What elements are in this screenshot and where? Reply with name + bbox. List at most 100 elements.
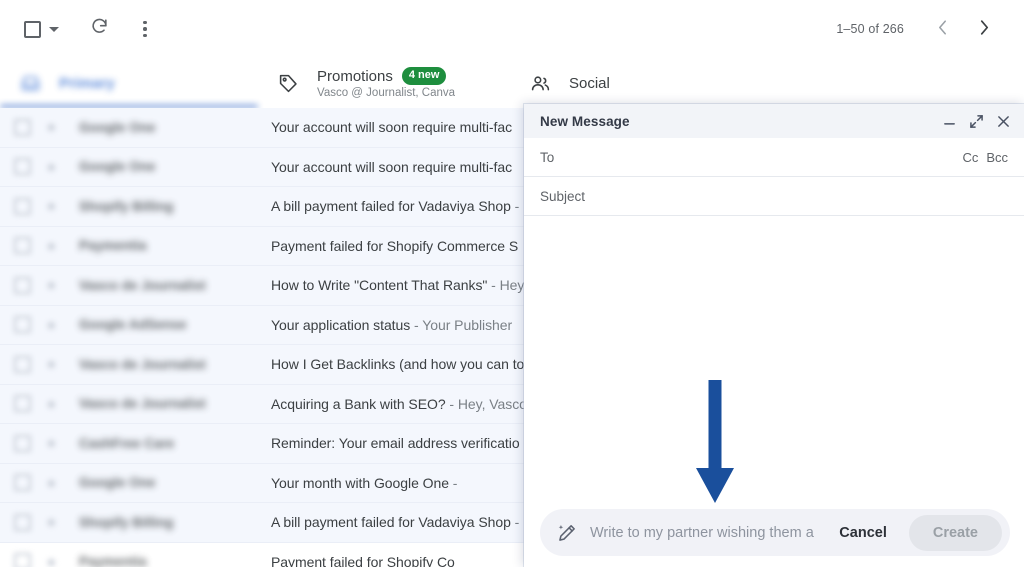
star-icon[interactable]: ★ [45, 239, 61, 253]
compose-to-row[interactable]: To Cc Bcc [524, 138, 1024, 177]
email-subject-text: How to Write "Content That Ranks" [271, 277, 488, 294]
mail-toolbar: 1–50 of 266 [0, 0, 1024, 58]
email-subject-text: Your account will soon require multi-fac [271, 119, 513, 136]
previous-page-button[interactable] [924, 11, 960, 47]
help-me-write-input[interactable] [590, 524, 818, 541]
email-sender: Paymentia [79, 554, 147, 567]
star-icon[interactable]: ★ [45, 120, 61, 134]
tab-social-text: Social [569, 75, 610, 92]
email-subject-text: A bill payment failed for Vadaviya Shop [271, 198, 511, 215]
email-row-checkbox[interactable] [14, 553, 31, 567]
chevron-down-icon[interactable] [49, 26, 59, 32]
email-snippet: - [448, 474, 458, 491]
email-subject-text: Your application status [271, 316, 411, 333]
magic-pen-icon [556, 522, 578, 544]
email-subject-text: Your account will soon require multi-fac [271, 158, 513, 175]
tab-primary-text: Primary [59, 75, 115, 92]
expand-icon[interactable] [970, 114, 983, 128]
email-subject-text: Payment failed for Shopify Co [271, 553, 455, 567]
refresh-icon [90, 17, 109, 41]
email-sender: Google One [79, 475, 156, 491]
star-icon[interactable]: ★ [45, 555, 61, 567]
email-sender: Google One [79, 159, 156, 175]
cc-bcc-group: Cc Bcc [962, 150, 1008, 165]
email-row-checkbox[interactable] [14, 197, 31, 215]
promotions-new-badge: 4 new [401, 67, 447, 85]
refresh-button[interactable] [81, 11, 117, 47]
toolbar-right-group: 1–50 of 266 [836, 11, 1008, 47]
star-icon[interactable]: ★ [45, 476, 61, 490]
email-row-checkbox[interactable] [14, 434, 31, 452]
star-icon[interactable]: ★ [45, 436, 61, 450]
create-button[interactable]: Create [908, 514, 1002, 551]
email-row-checkbox[interactable] [14, 474, 31, 492]
email-sender: Paymentia [79, 238, 147, 254]
email-snippet: - Hey [487, 277, 525, 294]
email-row-checkbox[interactable] [14, 237, 31, 255]
email-snippet: - Hey, Vasco [445, 395, 527, 412]
email-sender: Vasco de Journalist [79, 277, 206, 293]
gmail-compose-screen: 1–50 of 266 Primary Promotions 4 new Vas… [0, 0, 1024, 567]
star-icon[interactable]: ★ [45, 397, 61, 411]
cc-button[interactable]: Cc [962, 150, 978, 165]
email-row-checkbox[interactable] [14, 158, 31, 176]
email-sender: Google One [79, 119, 156, 135]
email-row-checkbox[interactable] [14, 316, 31, 334]
bcc-button[interactable]: Bcc [986, 150, 1008, 165]
email-sender: Vasco de Journalist [79, 356, 206, 372]
tab-promotions-label: Promotions [317, 67, 393, 85]
close-icon[interactable] [997, 115, 1010, 128]
more-vertical-icon [143, 20, 147, 38]
inbox-icon [20, 73, 41, 94]
email-subject-text: Your month with Google One [271, 474, 449, 491]
email-row-checkbox[interactable] [14, 118, 31, 136]
email-snippet: - Your Publisher [410, 316, 513, 333]
email-sender: Google AdSense [79, 317, 187, 333]
compose-header: New Message [524, 104, 1024, 138]
subject-field-label: Subject [540, 188, 586, 204]
email-row-checkbox[interactable] [14, 355, 31, 373]
email-row-checkbox[interactable] [14, 276, 31, 294]
star-icon[interactable]: ★ [45, 318, 61, 332]
tab-primary[interactable]: Primary [0, 58, 258, 108]
tab-social-label: Social [569, 74, 610, 92]
star-icon[interactable]: ★ [45, 160, 61, 174]
star-icon[interactable]: ★ [45, 199, 61, 213]
next-page-button[interactable] [966, 11, 1002, 47]
email-sender: Vasco de Journalist [79, 396, 206, 412]
email-subject-text: A bill payment failed for Vadaviya Shop [271, 514, 511, 531]
select-all-control[interactable] [16, 20, 59, 38]
star-icon[interactable]: ★ [45, 357, 61, 371]
people-icon [530, 73, 551, 94]
star-icon[interactable]: ★ [45, 278, 61, 292]
chevron-left-icon [938, 20, 947, 38]
email-sender: Shopify Billing [79, 198, 174, 214]
email-row-checkbox[interactable] [14, 395, 31, 413]
minimize-icon[interactable] [943, 115, 956, 128]
inbox-category-tabs: Primary Promotions 4 new Vasco @ Journal… [0, 58, 1024, 108]
email-sender: CashFree Care [79, 435, 175, 451]
tab-primary-label: Primary [59, 74, 115, 92]
more-options-button[interactable] [127, 11, 163, 47]
email-subject-text: Reminder: Your email address verificatio [271, 435, 520, 452]
tag-icon [278, 73, 299, 94]
email-snippet: - [510, 514, 520, 531]
checkbox-icon[interactable] [24, 20, 41, 38]
help-me-write-bar: Cancel Create [540, 509, 1010, 556]
tab-promotions-text: Promotions 4 new Vasco @ Journalist, Can… [317, 67, 456, 99]
tab-social[interactable]: Social [510, 58, 750, 108]
page-range-label: 1–50 of 266 [836, 22, 904, 36]
email-subject-text: Payment failed for Shopify Commerce S [271, 237, 519, 254]
to-field-label: To [540, 149, 555, 165]
chevron-right-icon [980, 20, 989, 38]
email-snippet: - [510, 198, 520, 215]
star-icon[interactable]: ★ [45, 515, 61, 529]
tab-promotions-subtitle: Vasco @ Journalist, Canva [317, 86, 456, 99]
cancel-button[interactable]: Cancel [829, 517, 897, 549]
email-row-checkbox[interactable] [14, 513, 31, 531]
compose-subject-row[interactable]: Subject [524, 177, 1024, 216]
email-sender: Shopify Billing [79, 514, 174, 530]
tab-promotions[interactable]: Promotions 4 new Vasco @ Journalist, Can… [258, 58, 510, 108]
compose-title: New Message [540, 113, 630, 129]
compose-window-controls [943, 114, 1010, 128]
